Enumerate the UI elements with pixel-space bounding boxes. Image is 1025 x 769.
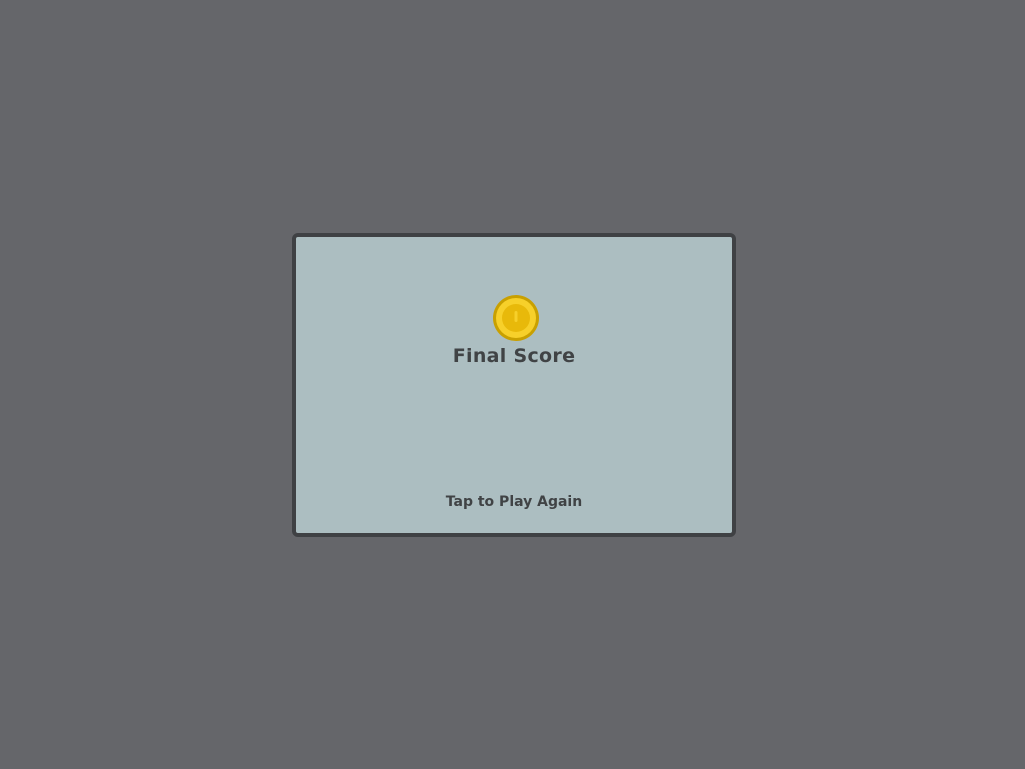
play-again-button[interactable]: Tap to Play Again [434, 489, 594, 515]
game-stage: Final Score Tap to Play Again [0, 0, 1025, 769]
final-score-title: Final Score [452, 345, 576, 367]
coin-icon [492, 294, 540, 342]
final-score-panel: Final Score Tap to Play Again [292, 233, 736, 537]
